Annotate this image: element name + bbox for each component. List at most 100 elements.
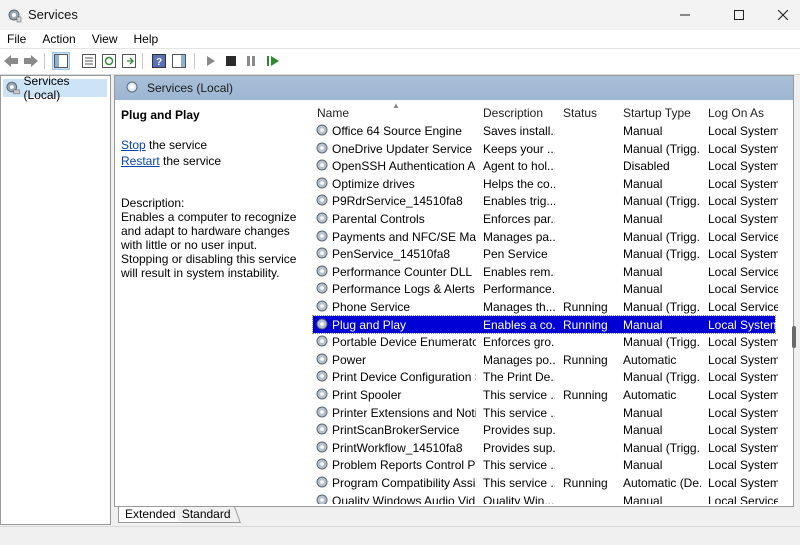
tab-standard[interactable]: Standard <box>173 507 241 523</box>
service-row[interactable]: OpenSSH Authentication Ag... Agent to hol… <box>313 157 778 175</box>
pause-service-button[interactable] <box>242 52 260 70</box>
stop-service-button[interactable] <box>222 52 240 70</box>
service-description: Manages th... <box>483 300 555 314</box>
service-row[interactable]: Performance Logs & Alerts Performance... M… <box>313 280 778 298</box>
service-gear-icon <box>316 423 328 435</box>
service-startup-type: Manual <box>623 493 663 504</box>
service-row[interactable]: OneDrive Updater Service Keeps your ... Ma… <box>313 140 778 158</box>
menu-help[interactable]: Help <box>126 30 167 48</box>
service-row[interactable]: PrintWorkflow_14510fa8 Provides sup... Man… <box>313 439 778 457</box>
services-panel: Services (Local) Plug and Play Stop the … <box>114 75 794 507</box>
service-row[interactable]: Office 64 Source Engine Saves install... M… <box>313 122 778 140</box>
service-name: Performance Counter DLL H... <box>332 264 476 279</box>
close-button[interactable] <box>760 0 800 30</box>
service-startup-type: Manual (Trigg... <box>623 440 701 455</box>
service-startup-type: Manual (Trigg... <box>623 194 701 209</box>
toolbar: ? <box>0 48 800 75</box>
export-list-button[interactable] <box>120 52 138 70</box>
service-status: Running <box>563 388 608 402</box>
start-service-button[interactable] <box>202 52 220 70</box>
refresh-button[interactable] <box>100 52 118 70</box>
service-description: This service ... <box>483 405 555 420</box>
maximize-icon <box>734 10 744 20</box>
column-description[interactable]: Description <box>483 106 543 120</box>
service-startup-type: Manual (Trigg... <box>623 229 701 244</box>
service-startup-type: Manual <box>623 212 663 226</box>
column-log-on-as[interactable]: Log On As <box>708 106 764 120</box>
service-row[interactable]: Problem Reports Control Pa... This servic… <box>313 456 778 474</box>
maximize-button[interactable] <box>716 0 762 30</box>
column-status[interactable]: Status <box>563 106 597 120</box>
menu-bar: File Action View Help <box>0 30 800 48</box>
toolbar-separator <box>194 53 195 69</box>
service-gear-icon <box>316 406 328 418</box>
back-button[interactable] <box>2 52 20 70</box>
tree-item-services-local[interactable]: Services (Local) <box>3 74 107 102</box>
service-description: This service ... <box>483 458 555 473</box>
service-row[interactable]: Printer Extensions and Notifi... This ser… <box>313 404 778 422</box>
vertical-scrollbar[interactable] <box>790 100 798 505</box>
service-row[interactable]: PrintScanBrokerService Provides sup... Man… <box>313 421 778 439</box>
service-row[interactable]: Print Spooler This service ... Running Auto… <box>313 386 778 404</box>
service-status: Running <box>563 300 608 314</box>
minimize-button[interactable] <box>662 0 708 30</box>
restart-service-button[interactable] <box>264 52 282 70</box>
service-startup-type: Manual <box>623 264 663 279</box>
service-row[interactable]: Payments and NFC/SE Mana... Manages pa...… <box>313 228 778 246</box>
service-log-on-as: Local Service <box>708 229 778 244</box>
restart-service-link[interactable]: Restart <box>121 154 160 168</box>
service-row[interactable]: Optimize drives Helps the co... Manual Loca… <box>313 175 778 193</box>
service-row[interactable]: Parental Controls Enforces par... Manual Lo… <box>313 210 778 228</box>
play-icon <box>207 56 215 66</box>
service-row[interactable]: Print Device Configuration S... The Print… <box>313 368 778 386</box>
service-row[interactable]: Program Compatibility Assis... This servi… <box>313 474 778 492</box>
console-tree-icon <box>54 54 68 68</box>
service-gear-icon <box>316 335 328 347</box>
service-description: Enforces par... <box>483 212 555 226</box>
show-action-pane-button[interactable] <box>170 52 188 70</box>
service-gear-icon <box>316 159 328 171</box>
service-log-on-as: Local System <box>708 247 778 262</box>
column-name[interactable]: Name <box>317 106 349 120</box>
service-startup-type: Automatic <box>623 352 677 367</box>
service-row[interactable]: Quality Windows Audio Vid... Quality Win.… <box>313 492 778 504</box>
toolbar-separator <box>142 53 143 69</box>
column-startup-type[interactable]: Startup Type <box>623 106 691 120</box>
service-log-on-as: Local Service <box>708 493 778 504</box>
scrollbar-thumb[interactable] <box>792 326 796 348</box>
service-description: Helps the co... <box>483 176 555 191</box>
service-gear-icon <box>316 353 328 365</box>
service-description: This service ... <box>483 388 555 402</box>
service-row[interactable]: P9RdrService_14510fa8 Enables trig... Manu… <box>313 192 778 210</box>
properties-button[interactable] <box>80 52 98 70</box>
service-log-on-as: Local System <box>708 388 778 402</box>
service-row[interactable]: PenService_14510fa8 Pen Service Manual (Tr… <box>313 245 778 263</box>
service-startup-type: Manual <box>623 423 663 438</box>
service-row[interactable]: Plug and Play Enables a co... Running Manua… <box>312 314 778 335</box>
stop-service-link[interactable]: Stop <box>121 138 146 152</box>
service-row[interactable]: Phone Service Manages th... Running Manual … <box>313 298 778 316</box>
service-name: Problem Reports Control Pa... <box>332 458 476 473</box>
help-button[interactable]: ? <box>150 52 168 70</box>
service-log-on-as: Local System <box>708 317 778 332</box>
service-log-on-as: Local System <box>708 159 778 174</box>
console-tree: Services (Local) <box>0 74 111 525</box>
restart-suffix: the service <box>159 154 222 168</box>
menu-action[interactable]: Action <box>34 30 83 48</box>
show-hide-console-tree-button[interactable] <box>52 52 70 70</box>
forward-button[interactable] <box>22 52 40 70</box>
menu-view[interactable]: View <box>84 30 126 48</box>
menu-file[interactable]: File <box>0 30 34 48</box>
services-gear-icon <box>8 9 22 23</box>
service-gear-icon <box>316 494 328 504</box>
service-startup-type: Manual (Trigg... <box>623 141 701 156</box>
service-gear-icon <box>316 142 328 154</box>
service-name: Print Device Configuration S... <box>332 370 476 385</box>
service-row[interactable]: Power Manages po... Running Automatic Local … <box>313 351 778 369</box>
service-startup-type: Manual <box>623 317 663 332</box>
service-row[interactable]: Portable Device Enumerator ... Enforces g… <box>313 333 778 351</box>
service-log-on-as: Local System <box>708 124 778 138</box>
forward-arrow-icon <box>24 55 38 67</box>
service-name: Performance Logs & Alerts <box>332 282 475 297</box>
service-row[interactable]: Performance Counter DLL H... Enables rem.… <box>313 263 778 281</box>
